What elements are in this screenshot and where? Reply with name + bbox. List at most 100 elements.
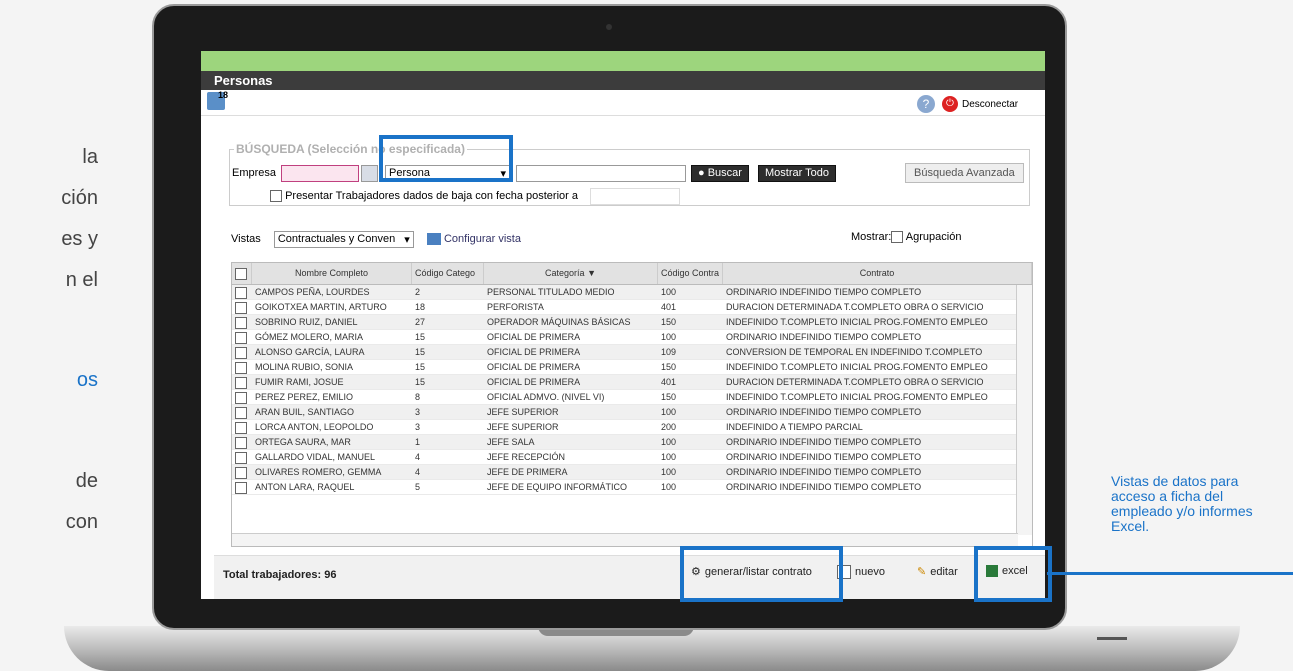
configurar-vista-label: Configurar vista: [443, 233, 521, 245]
table-cell: JEFE SUPERIOR: [487, 422, 559, 432]
row-checkbox[interactable]: [232, 375, 252, 389]
table-cell: ALONSO GARCÍA, LAURA: [255, 347, 365, 357]
side-fragment: n el: [65, 269, 98, 291]
table-row[interactable]: ORTEGA SAURA, MAR 1 JEFE SALA 100 ORDINARIO …: [232, 435, 1032, 450]
table-row[interactable]: SOBRINO RUIZ, DANIEL 27 OPERADOR MÁQUINAS …: [232, 315, 1032, 330]
checkbox-box: [235, 467, 247, 479]
agrupacion-toggle[interactable]: Mostrar: Agrupación: [851, 231, 961, 244]
table-row[interactable]: ARAN BUIL, SANTIAGO 3 JEFE SUPERIOR 100 ORDI…: [232, 405, 1032, 420]
horizontal-scrollbar[interactable]: [232, 533, 1018, 546]
table-row[interactable]: CAMPOS PEÑA, LOURDES 2 PERSONAL TITULADO M…: [232, 285, 1032, 300]
column-header[interactable]: Código Contra: [658, 263, 723, 284]
app-screen: Personas 18 ? ⏻ Desconectar BÚSQUEDA (Sel…: [201, 51, 1045, 599]
total-workers: Total trabajadores: 96: [223, 569, 337, 581]
table-cell: ORDINARIO INDEFINIDO TIEMPO COMPLETO: [726, 452, 922, 462]
busqueda-avanzada-button[interactable]: Búsqueda Avanzada: [905, 163, 1024, 183]
table-row[interactable]: ALONSO GARCÍA, LAURA 15 OFICIAL DE PRIMERA…: [232, 345, 1032, 360]
table-cell: 100: [661, 287, 677, 297]
table-cell: DURACION DETERMINADA T.COMPLETO OBRA O S…: [726, 377, 984, 387]
row-checkbox[interactable]: [232, 330, 252, 344]
table-cell: ORDINARIO INDEFINIDO TIEMPO COMPLETO: [726, 482, 922, 492]
agrupacion-checkbox[interactable]: [891, 231, 904, 244]
table-cell: OFICIAL DE PRIMERA: [487, 362, 581, 372]
checkbox-box: [235, 437, 247, 449]
highlight-excel: [974, 546, 1052, 602]
row-checkbox[interactable]: [232, 465, 252, 479]
row-checkbox[interactable]: [232, 480, 252, 494]
column-header[interactable]: Código Catego: [412, 263, 484, 284]
table-cell: 5: [415, 482, 421, 492]
table-row[interactable]: GÓMEZ MOLERO, MARIA 15 OFICIAL DE PRIMERA 1…: [232, 330, 1032, 345]
nuevo-button[interactable]: nuevo: [837, 565, 885, 579]
table-row[interactable]: GOIKOTXEA MARTIN, ARTURO 18 PERFORISTA 401 D…: [232, 300, 1032, 315]
column-header[interactable]: Nombre Completo: [252, 263, 412, 284]
table-cell: ORDINARIO INDEFINIDO TIEMPO COMPLETO: [726, 407, 922, 417]
buscar-button[interactable]: ● Buscar: [691, 165, 749, 182]
help-icon[interactable]: ?: [917, 95, 935, 113]
table-row[interactable]: MOLINA RUBIO, SONIA 15 OFICIAL DE PRIMERA 1…: [232, 360, 1032, 375]
column-header[interactable]: Contrato: [723, 263, 1032, 284]
table-cell: 2: [415, 287, 421, 297]
table-row[interactable]: OLIVARES ROMERO, GEMMA 4 JEFE DE PRIMERA 10…: [232, 465, 1032, 480]
checkbox-box: [235, 332, 247, 344]
row-checkbox[interactable]: [232, 300, 252, 314]
table-cell: GOIKOTXEA MARTIN, ARTURO: [255, 302, 387, 312]
checkbox-box: [235, 482, 247, 494]
callout-connector: [1047, 572, 1293, 575]
vistas-select[interactable]: Contractuales y Conven ▾: [273, 231, 414, 248]
highlight-generar-contrato: [680, 546, 843, 602]
table-row[interactable]: GALLARDO VIDAL, MANUEL 4 JEFE RECEPCIÓN 100…: [232, 450, 1032, 465]
table-cell: INDEFINIDO A TIEMPO PARCIAL: [726, 422, 863, 432]
checkbox-box: [235, 362, 247, 374]
empresa-label: Empresa: [232, 167, 277, 179]
select-all-checkbox[interactable]: [232, 263, 252, 284]
table-cell: OLIVARES ROMERO, GEMMA: [255, 467, 382, 477]
table-body: CAMPOS PEÑA, LOURDES 2 PERSONAL TITULADO M…: [232, 285, 1032, 495]
row-checkbox[interactable]: [232, 435, 252, 449]
table-cell: 3: [415, 422, 421, 432]
presentar-checkbox-row[interactable]: Presentar Trabajadores dados de baja con…: [270, 190, 578, 203]
fecha-input[interactable]: [590, 188, 680, 205]
configurar-vista-link[interactable]: Configurar vista: [426, 233, 521, 246]
table-cell: ORDINARIO INDEFINIDO TIEMPO COMPLETO: [726, 467, 922, 477]
presentar-checkbox[interactable]: [270, 190, 282, 203]
checkbox-box: [235, 407, 247, 419]
table-row[interactable]: FUMIR RAMI, JOSUE 15 OFICIAL DE PRIMERA 401…: [232, 375, 1032, 390]
row-checkbox[interactable]: [232, 390, 252, 404]
row-checkbox[interactable]: [232, 285, 252, 299]
table-cell: 27: [415, 317, 426, 327]
table-row[interactable]: PEREZ PEREZ, EMILIO 8 OFICIAL ADMVO. (NIVE…: [232, 390, 1032, 405]
row-checkbox[interactable]: [232, 360, 252, 374]
table-cell: 15: [415, 377, 426, 387]
row-checkbox[interactable]: [232, 345, 252, 359]
table-cell: INDEFINIDO T.COMPLETO INICIAL PROG.FOMEN…: [726, 317, 988, 327]
table-row[interactable]: ANTON LARA, RAQUEL 5 JEFE DE EQUIPO INFORM…: [232, 480, 1032, 495]
table-cell: OFICIAL DE PRIMERA: [487, 347, 581, 357]
row-checkbox[interactable]: [232, 450, 252, 464]
calendar-icon[interactable]: [361, 165, 378, 182]
row-checkbox[interactable]: [232, 315, 252, 329]
row-checkbox[interactable]: [232, 405, 252, 419]
table-cell: ORTEGA SAURA, MAR: [255, 437, 351, 447]
table-cell: 3: [415, 407, 421, 417]
mostrar-label: Mostrar:: [851, 231, 892, 243]
mostrar-todo-button[interactable]: Mostrar Todo: [758, 165, 836, 182]
table-cell: 1: [415, 437, 421, 447]
search-input[interactable]: [516, 165, 686, 182]
empresa-input[interactable]: [281, 165, 359, 182]
table-cell: 100: [661, 332, 677, 342]
table-cell: JEFE RECEPCIÓN: [487, 452, 566, 462]
row-checkbox[interactable]: [232, 420, 252, 434]
table-cell: 15: [415, 332, 426, 342]
notification-icon[interactable]: 18: [207, 90, 228, 110]
table-row[interactable]: LORCA ANTON, LEOPOLDO 3 JEFE SUPERIOR 200 IN…: [232, 420, 1032, 435]
table-cell: 100: [661, 437, 677, 447]
chevron-down-icon: ▾: [404, 234, 410, 246]
column-header-sorted[interactable]: Categoría ▼: [484, 263, 658, 284]
table-cell: 150: [661, 317, 677, 327]
disconnect-button[interactable]: ⏻ Desconectar: [942, 93, 1040, 115]
app-header-bar: [201, 51, 1045, 71]
vertical-scrollbar[interactable]: [1016, 285, 1032, 535]
editar-button[interactable]: ✎ editar: [917, 565, 958, 579]
table-cell: PERSONAL TITULADO MEDIO: [487, 287, 615, 297]
